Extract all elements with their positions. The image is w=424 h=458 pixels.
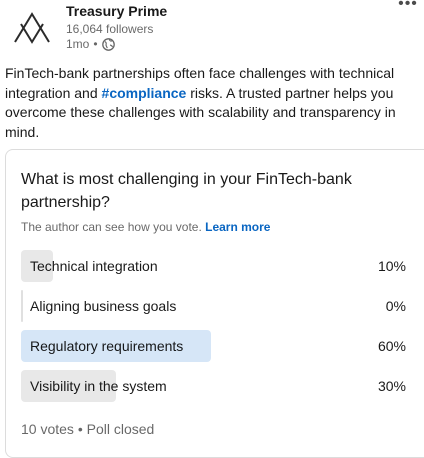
poll-question: What is most challenging in your FinTech… (21, 171, 352, 211)
author-name[interactable]: Treasury Prime (66, 3, 167, 19)
meta-separator: • (93, 37, 98, 51)
post-body: FinTech-bank partnerships often face cha… (5, 64, 417, 142)
poll-option-label: Aligning business goals (30, 298, 177, 314)
poll-option-label: Technical integration (30, 258, 158, 274)
poll-disclaimer: The author can see how you vote. Learn m… (21, 220, 270, 234)
post-header: Treasury Prime 16,064 followers 1mo • ••… (0, 0, 424, 60)
poll-card: What is most challenging in your FinTech… (5, 149, 424, 458)
poll-option-technical-integration: Technical integration 10% (21, 250, 411, 282)
treasury-prime-logo[interactable] (8, 2, 56, 50)
disclaimer-text: The author can see how you vote. (21, 220, 202, 234)
poll-option-visibility-in-the-system: Visibility in the system 30% (21, 370, 411, 402)
poll-option-aligning-business-goals: Aligning business goals 0% (21, 290, 411, 322)
post-meta: 1mo • (66, 37, 115, 51)
poll-option-regulatory-requirements: Regulatory requirements 60% (21, 330, 411, 362)
poll-option-percent: 10% (377, 258, 406, 274)
poll-option-label: Visibility in the system (30, 378, 167, 394)
more-options-icon[interactable]: ••• (396, 0, 420, 14)
poll-option-percent: 0% (385, 298, 406, 314)
poll-option-percent: 30% (377, 378, 406, 394)
globe-icon (101, 37, 115, 51)
hashtag-link[interactable]: #compliance (102, 85, 187, 101)
poll-option-label: Regulatory requirements (30, 338, 184, 354)
poll-option-percent: 60% (377, 338, 406, 354)
post-time: 1mo (66, 37, 90, 51)
learn-more-link[interactable]: Learn more (205, 220, 270, 234)
poll-footer: 10 votes • Poll closed (21, 421, 155, 437)
poll-result-bar (21, 290, 23, 322)
follower-count: 16,064 followers (66, 22, 154, 36)
